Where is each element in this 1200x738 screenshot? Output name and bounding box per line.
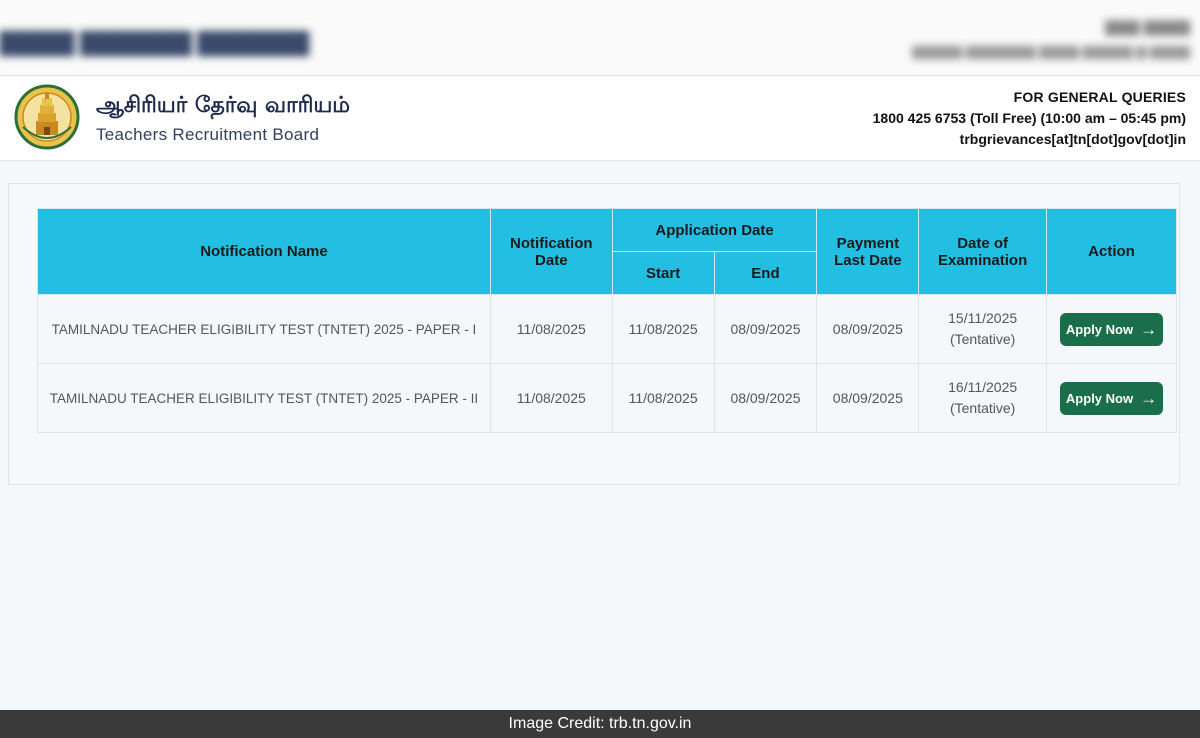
exam-date: 16/11/2025 (948, 379, 1018, 395)
notifications-table: Notification Name Notification Date Appl… (37, 208, 1177, 433)
brand-block[interactable]: ஆசிரியர் தேர்வு வாரியம் Teachers Recruit… (96, 93, 350, 145)
header-action: Action (1046, 208, 1177, 295)
notification-name-cell: TAMILNADU TEACHER ELIGIBILITY TEST (TNTE… (37, 363, 491, 433)
apply-now-label: Apply Now (1065, 390, 1134, 406)
apply-now-button[interactable]: Apply Now → (1060, 312, 1164, 346)
header-notification-name: Notification Name (37, 208, 491, 295)
start-date-cell: 11/08/2025 (611, 363, 715, 433)
action-cell: Apply Now → (1046, 363, 1177, 433)
notification-date-cell: 11/08/2025 (489, 294, 613, 364)
image-credit-text: Image Credit: trb.tn.gov.in (508, 715, 692, 732)
exam-date-cell: 16/11/2025 (Tentative) (918, 363, 1048, 433)
apply-now-label: Apply Now (1065, 321, 1134, 337)
exam-date-cell: 15/11/2025 (Tentative) (918, 294, 1048, 364)
queries-email: trbgrievances[at]tn[dot]gov[dot]in (959, 131, 1186, 147)
arrow-right-icon: → (1140, 388, 1158, 408)
payment-last-date-cell: 08/09/2025 (816, 363, 920, 433)
blurred-top-bar: ▇▇▇▇ ▇▇▇▇▇▇ ▇▇▇▇▇▇ ▇▇▇ ▇▇▇▇ ▇▇▇▇▇ ▇▇▇▇▇▇… (0, 0, 1200, 76)
arrow-right-icon: → (1140, 319, 1158, 339)
image-credit-bar: Image Credit: trb.tn.gov.in (0, 710, 1200, 738)
blurred-text: ▇▇▇ ▇▇▇▇ (1105, 19, 1190, 36)
site-header: ஆசிரியர் தேர்வு வாரியம் Teachers Recruit… (0, 77, 1200, 161)
payment-last-date-cell: 08/09/2025 (816, 294, 920, 364)
exam-date: 15/11/2025 (948, 310, 1018, 326)
exam-date-note: (Tentative) (949, 331, 1016, 347)
start-date-cell: 11/08/2025 (611, 294, 715, 364)
blurred-text: ▇▇▇▇ ▇▇▇▇▇▇ ▇▇▇▇▇▇ (0, 29, 309, 56)
apply-now-button[interactable]: Apply Now → (1060, 381, 1164, 415)
contact-info: FOR GENERAL QUERIES 1800 425 6753 (Toll … (873, 89, 1186, 147)
header-notification-date: Notification Date (489, 208, 613, 295)
end-date-cell: 08/09/2025 (713, 363, 818, 433)
queries-title: FOR GENERAL QUERIES (1013, 89, 1186, 105)
header-application-date: Application Date (611, 208, 818, 252)
end-date-cell: 08/09/2025 (713, 294, 818, 364)
queries-phone: 1800 425 6753 (Toll Free) (10:00 am – 05… (872, 110, 1186, 126)
header-payment-last-date: Payment Last Date (816, 208, 920, 295)
header-start: Start (611, 251, 715, 295)
notifications-card: Notification Name Notification Date Appl… (8, 183, 1180, 485)
blurred-text: ▇▇▇▇▇ ▇▇▇▇▇▇▇ ▇▇▇▇ ▇▇▇▇▇ ▇ ▇▇▇▇ (912, 44, 1190, 59)
header-end: End (713, 251, 818, 295)
action-cell: Apply Now → (1046, 294, 1177, 364)
brand-title-tamil: ஆசிரியர் தேர்வு வாரியம் (96, 93, 351, 118)
exam-date-note: (Tentative) (949, 400, 1016, 416)
table-row: TAMILNADU TEACHER ELIGIBILITY TEST (TNTE… (37, 363, 1177, 433)
notification-name-cell: TAMILNADU TEACHER ELIGIBILITY TEST (TNTE… (37, 294, 491, 364)
table-row: TAMILNADU TEACHER ELIGIBILITY TEST (TNTE… (37, 294, 1177, 364)
header-date-of-examination: Date of Examination (918, 208, 1048, 295)
notification-date-cell: 11/08/2025 (489, 363, 613, 433)
tamil-nadu-emblem-icon (14, 84, 80, 150)
brand-title-english: Teachers Recruitment Board (96, 125, 320, 144)
